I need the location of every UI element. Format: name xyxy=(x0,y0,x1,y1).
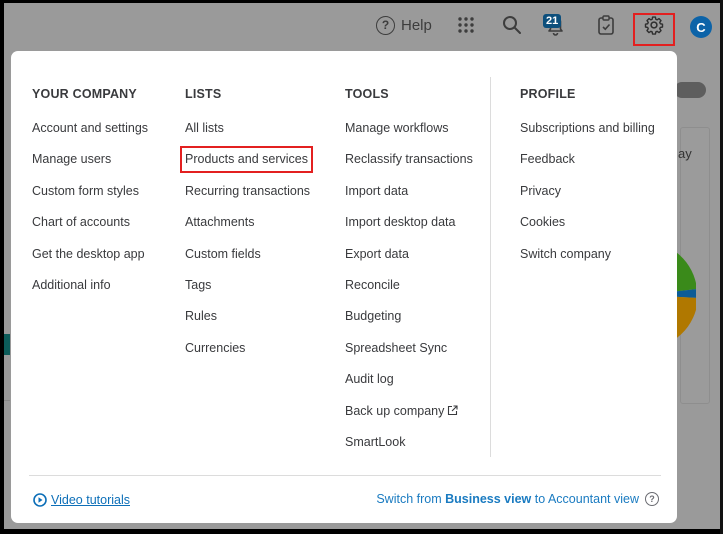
menu-item-budgeting[interactable]: Budgeting xyxy=(345,308,473,339)
menu-item-spreadsheet-sync[interactable]: Spreadsheet Sync xyxy=(345,340,473,371)
menu-item-rules[interactable]: Rules xyxy=(185,308,310,339)
menu-item-products-and-services[interactable]: Products and services xyxy=(185,151,308,167)
apps-button[interactable] xyxy=(458,13,474,37)
column-divider xyxy=(490,77,491,457)
footer-divider xyxy=(29,475,661,476)
switch-view-current: Business view xyxy=(445,492,531,506)
switch-view-suffix: to Accountant view xyxy=(535,492,639,506)
menu-item-additional-info[interactable]: Additional info xyxy=(32,277,148,308)
apps-grid-icon xyxy=(458,17,474,33)
menu-item-subscriptions-and-billing[interactable]: Subscriptions and billing xyxy=(520,120,655,151)
app-screen: ay ? Help xyxy=(4,3,720,529)
switch-view-link[interactable]: Switch from Business view to Accountant … xyxy=(376,492,639,506)
window-edge xyxy=(720,0,726,534)
menu-item-account-and-settings[interactable]: Account and settings xyxy=(32,120,148,151)
menu-item-back-up-company[interactable]: Back up company xyxy=(345,404,444,418)
menu-item-audit-log[interactable]: Audit log xyxy=(345,371,473,402)
help-circle-icon[interactable]: ? xyxy=(645,492,659,506)
help-button[interactable]: ? Help xyxy=(376,13,432,37)
settings-menu-panel: YOUR COMPANY Account and settings Manage… xyxy=(11,51,677,523)
menu-item-custom-fields[interactable]: Custom fields xyxy=(185,246,310,277)
menu-item-import-desktop-data[interactable]: Import desktop data xyxy=(345,214,473,245)
background-teal-bar xyxy=(4,334,10,355)
background-toggle xyxy=(674,82,706,98)
menu-item-manage-users[interactable]: Manage users xyxy=(32,151,148,182)
tasks-button[interactable] xyxy=(597,13,615,37)
menu-item-switch-company[interactable]: Switch company xyxy=(520,246,655,277)
settings-button[interactable] xyxy=(644,13,664,37)
column-heading: TOOLS xyxy=(345,87,473,103)
menu-item-recurring-transactions[interactable]: Recurring transactions xyxy=(185,183,310,214)
menu-column-your-company: YOUR COMPANY Account and settings Manage… xyxy=(32,87,148,308)
top-bar: ? Help 21 xyxy=(4,3,720,49)
menu-item-chart-of-accounts[interactable]: Chart of accounts xyxy=(32,214,148,245)
menu-column-tools: TOOLS Manage workflows Reclassify transa… xyxy=(345,87,473,465)
user-avatar[interactable]: C xyxy=(690,16,712,38)
menu-item-products-and-services-row: Products and services xyxy=(185,151,310,182)
clipboard-check-icon xyxy=(597,14,615,36)
background-card-text: ay xyxy=(678,146,692,161)
external-link-icon xyxy=(447,405,458,416)
menu-item-reclassify-transactions[interactable]: Reclassify transactions xyxy=(345,151,473,182)
notification-badge: 21 xyxy=(543,14,561,28)
background-divider xyxy=(4,400,10,401)
help-icon: ? xyxy=(376,16,395,35)
help-label: Help xyxy=(401,17,432,34)
search-icon xyxy=(502,15,522,35)
menu-item-export-data[interactable]: Export data xyxy=(345,246,473,277)
switch-view-prefix: Switch from xyxy=(376,492,441,506)
menu-item-reconcile[interactable]: Reconcile xyxy=(345,277,473,308)
search-button[interactable] xyxy=(502,13,522,37)
menu-item-cookies[interactable]: Cookies xyxy=(520,214,655,245)
menu-column-profile: PROFILE Subscriptions and billing Feedba… xyxy=(520,87,655,277)
menu-item-currencies[interactable]: Currencies xyxy=(185,340,310,371)
menu-item-get-desktop-app[interactable]: Get the desktop app xyxy=(32,246,148,277)
switch-view-control: Switch from Business view to Accountant … xyxy=(376,492,659,506)
play-circle-icon xyxy=(33,493,47,507)
menu-item-back-up-company-row[interactable]: Back up company xyxy=(345,403,473,434)
menu-item-attachments[interactable]: Attachments xyxy=(185,214,310,245)
column-heading: YOUR COMPANY xyxy=(32,87,148,103)
column-heading: PROFILE xyxy=(520,87,655,103)
menu-item-custom-form-styles[interactable]: Custom form styles xyxy=(32,183,148,214)
menu-column-lists: LISTS All lists Products and services Re… xyxy=(185,87,310,371)
menu-item-feedback[interactable]: Feedback xyxy=(520,151,655,182)
video-tutorials-link[interactable]: Video tutorials xyxy=(51,493,130,507)
menu-item-privacy[interactable]: Privacy xyxy=(520,183,655,214)
menu-item-manage-workflows[interactable]: Manage workflows xyxy=(345,120,473,151)
video-tutorials-link-container: Video tutorials xyxy=(33,493,130,507)
gear-icon xyxy=(644,15,664,35)
column-heading: LISTS xyxy=(185,87,310,103)
menu-item-import-data[interactable]: Import data xyxy=(345,183,473,214)
menu-item-tags[interactable]: Tags xyxy=(185,277,310,308)
menu-item-smartlook[interactable]: SmartLook xyxy=(345,434,473,465)
